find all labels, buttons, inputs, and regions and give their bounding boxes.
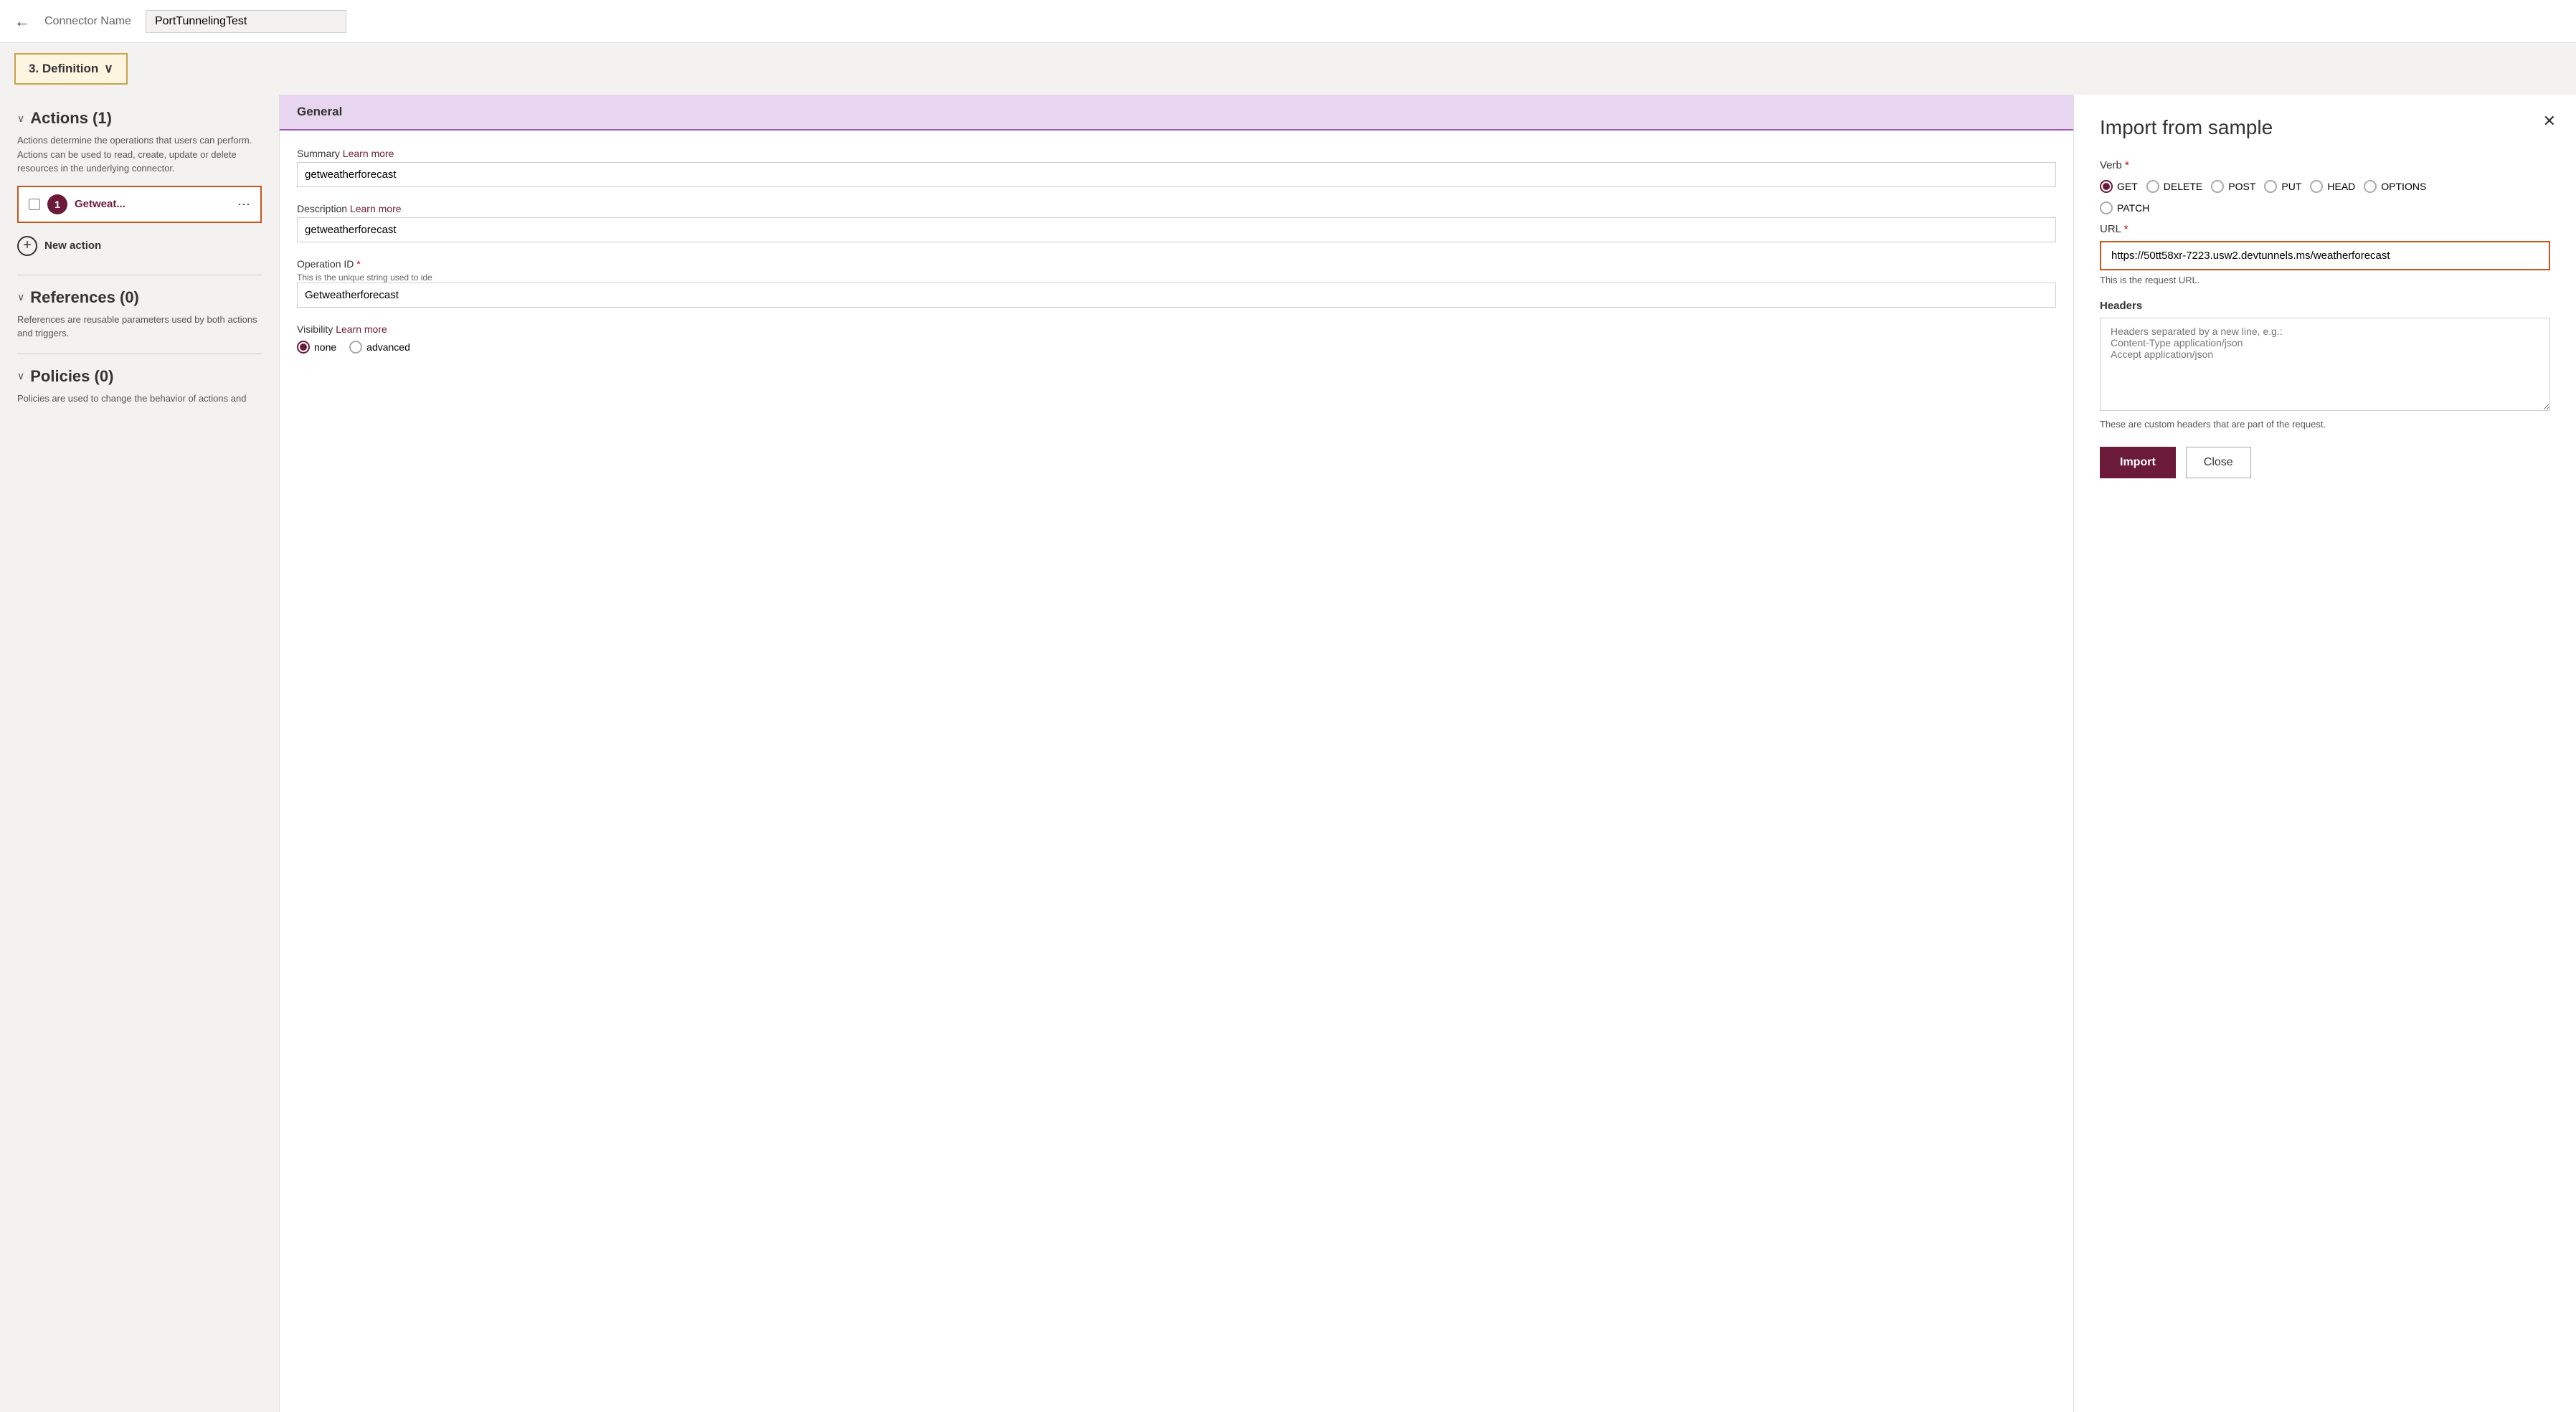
definition-tab-label: 3. Definition xyxy=(29,62,98,76)
verb-get-option[interactable]: GET xyxy=(2100,180,2138,193)
mid-panel: General Summary Learn more Description L… xyxy=(280,95,2074,1412)
headers-textarea[interactable] xyxy=(2100,318,2550,411)
actions-chevron-icon[interactable]: ∨ xyxy=(17,113,24,125)
visibility-advanced-radio[interactable] xyxy=(349,341,362,354)
verb-head-option[interactable]: HEAD xyxy=(2310,180,2355,193)
operation-id-hint: This is the unique string used to ide xyxy=(297,273,2056,283)
verb-patch-option[interactable]: PATCH xyxy=(2100,202,2149,214)
actions-description: Actions determine the operations that us… xyxy=(17,133,262,176)
description-field-group: Description Learn more xyxy=(297,203,2056,242)
verb-delete-radio[interactable] xyxy=(2146,180,2159,193)
url-hint: This is the request URL. xyxy=(2100,275,2550,285)
description-learn-more-link[interactable]: Learn more xyxy=(350,203,402,214)
verb-head-radio[interactable] xyxy=(2310,180,2323,193)
visibility-label: Visibility Learn more xyxy=(297,323,2056,335)
verb-options-radio[interactable] xyxy=(2364,180,2377,193)
connector-name-label: Connector Name xyxy=(44,15,131,28)
visibility-radio-group: none advanced xyxy=(297,341,2056,354)
verb-patch-radio[interactable] xyxy=(2100,202,2113,214)
action-name: Getweat... xyxy=(75,198,230,210)
operation-id-field-group: Operation ID * This is the unique string… xyxy=(297,258,2056,308)
required-star: * xyxy=(356,258,360,270)
close-button[interactable]: Close xyxy=(2186,447,2251,478)
action-number: 1 xyxy=(47,194,67,214)
top-bar: ← Connector Name xyxy=(0,0,2576,43)
panel-title: Import from sample xyxy=(2100,116,2550,139)
main-content: ∨ Actions (1) Actions determine the oper… xyxy=(0,95,2576,1412)
url-field-row: URL * This is the request URL. xyxy=(2100,223,2550,285)
verb-required-star: * xyxy=(2125,159,2129,171)
headers-hint: These are custom headers that are part o… xyxy=(2100,419,2550,430)
policies-section-header: ∨ Policies (0) xyxy=(17,367,262,386)
definition-tab[interactable]: 3. Definition ∨ xyxy=(14,53,128,85)
action-checkbox[interactable] xyxy=(29,199,40,210)
verb-get-radio[interactable] xyxy=(2100,180,2113,193)
summary-input[interactable] xyxy=(297,162,2056,187)
back-button[interactable]: ← xyxy=(14,12,30,31)
left-panel: ∨ Actions (1) Actions determine the oper… xyxy=(0,95,280,1412)
definition-bar: 3. Definition ∨ xyxy=(0,43,2576,95)
verb-group: GET DELETE POST PUT HEAD OPTIONS xyxy=(2100,180,2550,193)
actions-section-header: ∨ Actions (1) xyxy=(17,109,262,128)
verb-group-row2: PATCH xyxy=(2100,202,2550,214)
url-label: URL * xyxy=(2100,223,2550,235)
policies-description: Policies are used to change the behavior… xyxy=(17,392,262,406)
references-chevron-icon[interactable]: ∨ xyxy=(17,291,24,303)
visibility-field-group: Visibility Learn more none advanced xyxy=(297,323,2056,354)
visibility-none-radio[interactable] xyxy=(297,341,310,354)
action-item-getweat[interactable]: 1 Getweat... ··· xyxy=(17,186,262,223)
verb-put-radio[interactable] xyxy=(2264,180,2277,193)
chevron-down-icon: ∨ xyxy=(104,62,113,76)
action-more-icon[interactable]: ··· xyxy=(237,196,250,212)
operation-id-input[interactable] xyxy=(297,283,2056,308)
summary-learn-more-link[interactable]: Learn more xyxy=(343,148,394,159)
new-action-label: New action xyxy=(44,240,101,252)
close-panel-button[interactable]: ✕ xyxy=(2543,112,2556,131)
references-section-header: ∨ References (0) xyxy=(17,288,262,307)
verb-delete-option[interactable]: DELETE xyxy=(2146,180,2202,193)
url-required-star: * xyxy=(2124,223,2128,235)
verb-put-option[interactable]: PUT xyxy=(2264,180,2301,193)
general-tab[interactable]: General xyxy=(280,95,2073,131)
verb-post-option[interactable]: POST xyxy=(2211,180,2255,193)
url-input[interactable] xyxy=(2100,241,2550,270)
verb-options-option[interactable]: OPTIONS xyxy=(2364,180,2426,193)
add-icon: + xyxy=(17,236,37,256)
policies-chevron-icon[interactable]: ∨ xyxy=(17,370,24,382)
mid-content: Summary Learn more Description Learn mor… xyxy=(280,131,2073,387)
policies-title: Policies (0) xyxy=(30,367,113,386)
visibility-none-option[interactable]: none xyxy=(297,341,336,354)
visibility-learn-more-link[interactable]: Learn more xyxy=(336,323,387,335)
references-title: References (0) xyxy=(30,288,139,307)
operation-id-label: Operation ID * xyxy=(297,258,2056,270)
summary-label: Summary Learn more xyxy=(297,148,2056,159)
visibility-advanced-option[interactable]: advanced xyxy=(349,341,410,354)
new-action-button[interactable]: + New action xyxy=(17,230,262,262)
right-panel: Import from sample ✕ Verb * GET DELETE P… xyxy=(2074,95,2576,1412)
action-buttons: Import Close xyxy=(2100,447,2550,478)
description-label: Description Learn more xyxy=(297,203,2056,214)
verb-post-radio[interactable] xyxy=(2211,180,2224,193)
actions-title: Actions (1) xyxy=(30,109,112,128)
description-input[interactable] xyxy=(297,217,2056,242)
headers-label: Headers xyxy=(2100,300,2550,312)
connector-name-input[interactable] xyxy=(146,10,346,33)
summary-field-group: Summary Learn more xyxy=(297,148,2056,187)
verb-label: Verb * xyxy=(2100,159,2550,171)
import-button[interactable]: Import xyxy=(2100,447,2176,478)
references-description: References are reusable parameters used … xyxy=(17,313,262,341)
